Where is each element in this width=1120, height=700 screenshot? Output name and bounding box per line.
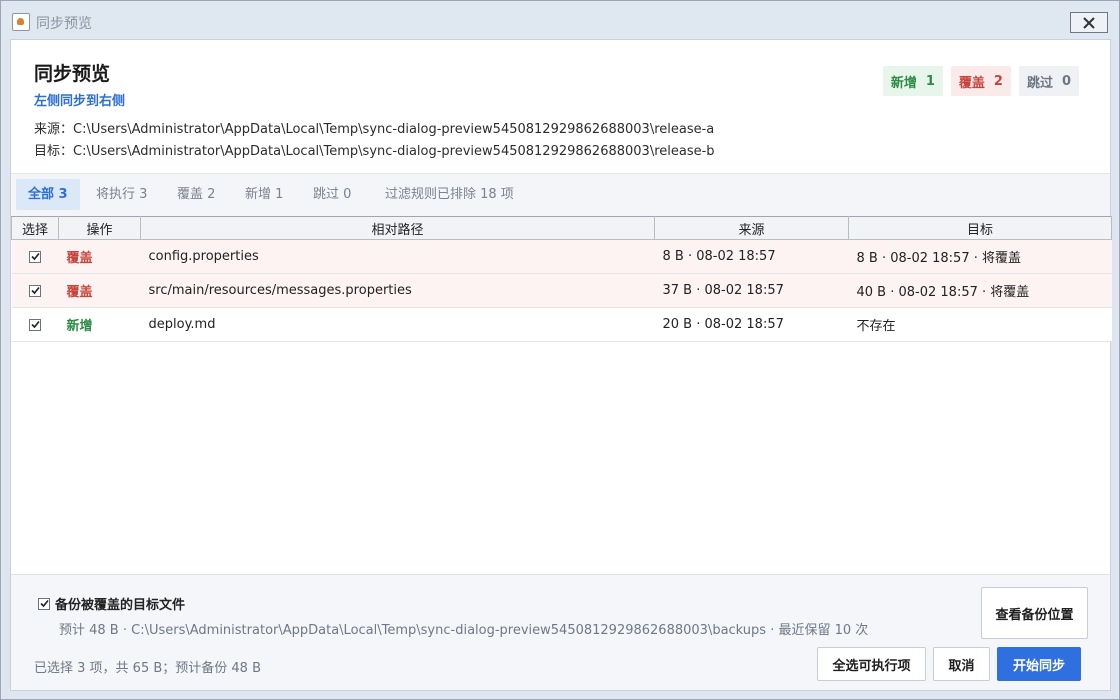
table-row[interactable]: 新增 deploy.md 20 B · 08-02 18:57 不存在 [11,307,1112,342]
view-backup-button[interactable]: 查看备份位置 [981,587,1088,639]
row-path: src/main/resources/messages.properties [140,273,655,308]
col-header-target[interactable]: 目标 [848,216,1112,240]
backup-checkbox[interactable] [38,597,50,610]
selection-summary: 已选择 3 项，共 65 B；预计备份 48 B [34,661,261,676]
sync-direction: 左侧同步到右侧 [34,94,126,109]
row-checkbox[interactable] [29,318,41,331]
checkmark-icon [30,320,40,329]
table-row[interactable]: 覆盖 config.properties 8 B · 08-02 18:57 8… [11,239,1112,274]
sync-table: 选择 操作 相对路径 来源 目标 覆盖 config.properties 8 … [11,216,1112,342]
tab-to-execute[interactable]: 将执行 3 [96,179,147,210]
checkmark-icon [30,286,40,295]
tab-skip[interactable]: 跳过 0 [313,179,351,210]
filter-tabs: 全部 3 将执行 3 覆盖 2 新增 1 跳过 0 过滤规则已排除 18 项 [11,173,1110,216]
row-source: 8 B · 08-02 18:57 [654,239,849,274]
row-path: deploy.md [140,307,655,342]
backup-info: 预计 48 B · C:\Users\Administrator\AppData… [59,623,869,638]
target-label: 目标： [34,144,74,159]
stats-badges: 新增 1 覆盖 2 跳过 0 [882,66,1079,96]
skip-count-badge: 跳过 0 [1018,66,1079,96]
table-row[interactable]: 覆盖 src/main/resources/messages.propertie… [11,273,1112,308]
page-title: 同步预览 [34,63,111,85]
source-label: 来源： [34,122,74,137]
row-action: 覆盖 [58,239,141,274]
tab-all[interactable]: 全部 3 [16,179,80,210]
source-path: C:\Users\Administrator\AppData\Local\Tem… [73,122,715,137]
target-path-row: 目标：C:\Users\Administrator\AppData\Local\… [34,140,715,159]
row-target: 8 B · 08-02 18:57 · 将覆盖 [848,239,1112,274]
close-icon [1083,16,1095,29]
row-action: 覆盖 [58,273,141,308]
checkmark-icon [30,252,40,261]
row-action: 新增 [58,307,141,342]
tab-filtered[interactable]: 过滤规则已排除 18 项 [385,179,514,210]
row-path: config.properties [140,239,655,274]
window-title: 同步预览 [36,16,92,32]
col-header-action[interactable]: 操作 [58,216,141,240]
target-path: C:\Users\Administrator\AppData\Local\Tem… [73,144,715,159]
title-bar: 同步预览 [1,1,1119,39]
footer-panel: 备份被覆盖的目标文件 预计 48 B · C:\Users\Administra… [11,574,1110,690]
new-count-badge: 新增 1 [882,66,943,96]
cancel-button[interactable]: 取消 [933,647,990,681]
start-sync-button[interactable]: 开始同步 [997,647,1081,681]
overwrite-count-badge: 覆盖 2 [950,66,1011,96]
row-target: 不存在 [848,307,1112,342]
col-header-select[interactable]: 选择 [11,216,59,240]
col-header-path[interactable]: 相对路径 [140,216,655,240]
row-source: 37 B · 08-02 18:57 [654,273,849,308]
row-source: 20 B · 08-02 18:57 [654,307,849,342]
col-header-source[interactable]: 来源 [654,216,849,240]
tab-new[interactable]: 新增 1 [245,179,283,210]
select-all-button[interactable]: 全选可执行项 [817,647,926,681]
checkmark-icon [39,599,49,608]
java-app-icon [12,13,30,31]
backup-label: 备份被覆盖的目标文件 [55,598,186,613]
dialog-content: 同步预览 左侧同步到右侧 来源：C:\Users\Administrator\A… [10,39,1112,691]
table-header-row: 选择 操作 相对路径 来源 目标 [11,216,1112,240]
close-button[interactable] [1070,12,1108,33]
tab-overwrite[interactable]: 覆盖 2 [177,179,215,210]
row-checkbox[interactable] [29,284,41,297]
dialog-window: 同步预览 同步预览 左侧同步到右侧 来源：C:\Users\Administra… [0,0,1120,700]
source-path-row: 来源：C:\Users\Administrator\AppData\Local\… [34,118,714,137]
backup-option[interactable]: 备份被覆盖的目标文件 [38,594,185,613]
row-checkbox[interactable] [29,250,41,263]
row-target: 40 B · 08-02 18:57 · 将覆盖 [848,273,1112,308]
